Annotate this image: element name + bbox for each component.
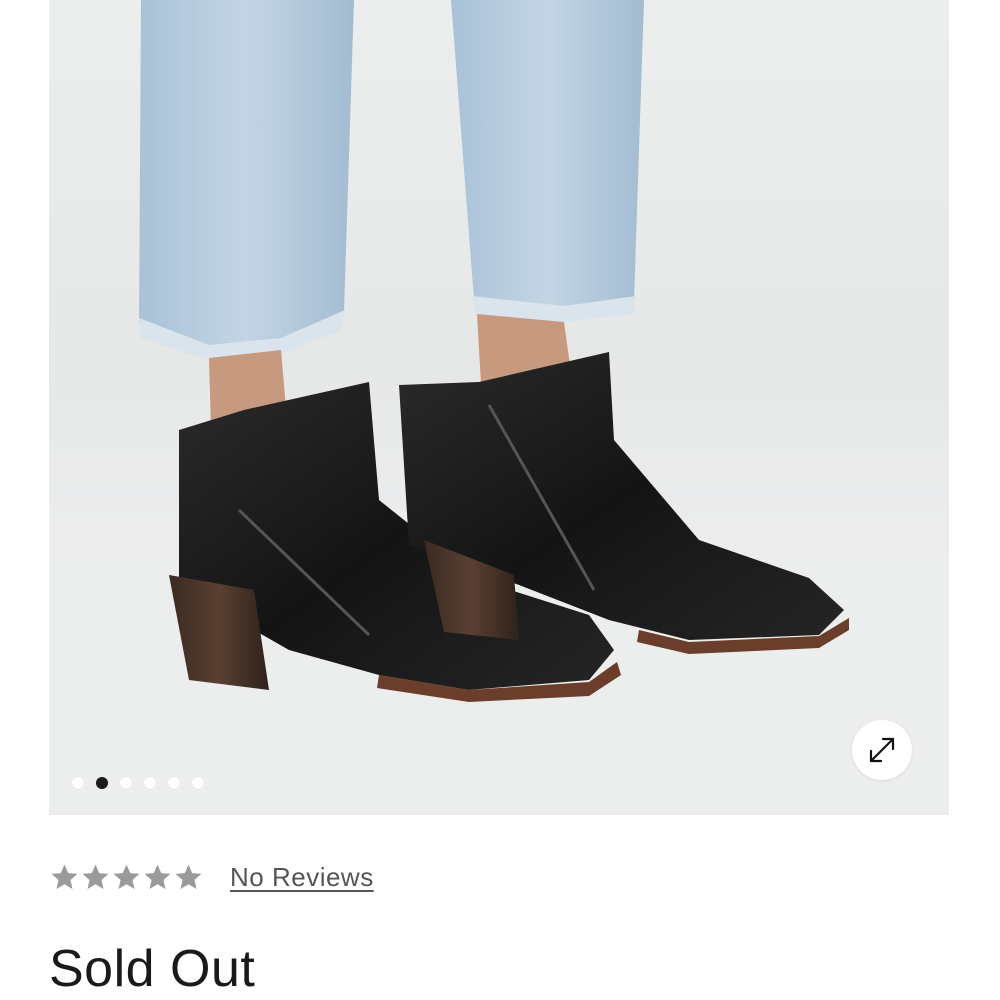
stock-status: Sold Out [49, 940, 256, 998]
star-icon [144, 864, 171, 889]
reviews-link[interactable]: No Reviews [230, 862, 374, 893]
carousel-indicators [72, 777, 204, 789]
star-icon [82, 864, 109, 889]
product-image [49, 0, 949, 815]
star-icon [113, 864, 140, 889]
carousel-dot[interactable] [120, 777, 132, 789]
carousel-dot[interactable] [144, 777, 156, 789]
carousel-dot[interactable] [72, 777, 84, 789]
carousel-dot[interactable] [168, 777, 180, 789]
carousel-dot-active[interactable] [96, 777, 108, 789]
rating-stars [49, 862, 204, 893]
rating-row: No Reviews [49, 862, 374, 893]
star-icon [51, 864, 78, 889]
expand-arrows-icon [869, 737, 895, 763]
star-icon [175, 864, 202, 889]
expand-image-button[interactable] [852, 720, 912, 780]
product-image-gallery[interactable] [49, 0, 949, 815]
carousel-dot[interactable] [192, 777, 204, 789]
